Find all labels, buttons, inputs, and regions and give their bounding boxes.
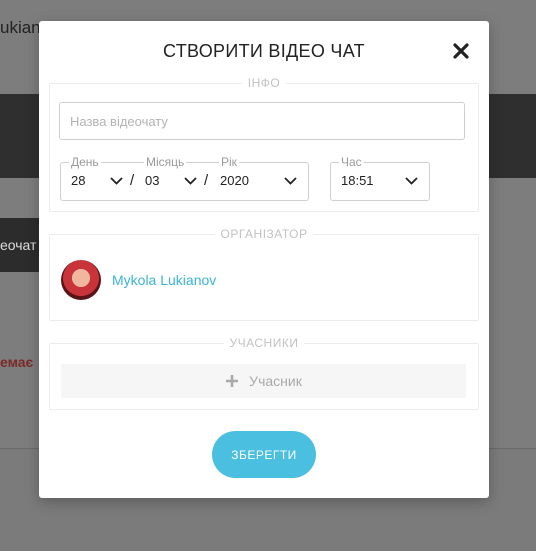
info-legend: ІНФО <box>247 76 281 90</box>
participants-legend: УЧАСНИКИ <box>229 336 299 350</box>
bg-header-text: ukian <box>0 18 41 37</box>
date-separator: / <box>204 172 209 189</box>
chat-name-input[interactable] <box>59 102 465 140</box>
day-label: День <box>69 155 101 169</box>
month-select[interactable]: 03 <box>145 173 197 188</box>
close-button[interactable] <box>451 41 471 61</box>
chevron-down-icon <box>184 176 197 185</box>
time-value: 18:51 <box>341 173 374 188</box>
chevron-down-icon <box>284 176 297 185</box>
plus-icon <box>226 375 239 387</box>
month-label: Місяць <box>144 155 187 169</box>
add-participant-button[interactable]: Учасник <box>61 364 466 398</box>
date-picker: День Місяць Рік 28 / 03 / 2020 <box>60 155 309 201</box>
create-video-chat-modal: СТВОРИТИ ВІДЕО ЧАТ ІНФО День Місяць Рік … <box>39 21 489 498</box>
save-button[interactable]: ЗБЕРЕГТИ <box>212 431 316 478</box>
year-select[interactable]: 2020 <box>220 173 297 188</box>
organizer-row: Mykola Lukianov <box>61 260 216 300</box>
chevron-down-icon <box>405 176 418 185</box>
bg-tab-text: еочат <box>0 237 37 253</box>
modal-title: СТВОРИТИ ВІДЕО ЧАТ <box>163 41 365 61</box>
time-select[interactable]: 18:51 <box>341 173 418 188</box>
date-separator: / <box>130 172 135 189</box>
year-value: 2020 <box>220 173 249 188</box>
avatar <box>61 260 101 300</box>
day-value: 28 <box>71 173 86 188</box>
chevron-down-icon <box>110 176 123 185</box>
year-label: Рік <box>219 155 239 169</box>
day-select[interactable]: 28 <box>71 173 123 188</box>
time-label: Час <box>339 155 364 169</box>
time-picker: Час 18:51 <box>330 155 430 201</box>
month-value: 03 <box>145 173 160 188</box>
close-icon <box>453 43 469 59</box>
organizer-legend: ОРГАНІЗАТОР <box>220 227 308 241</box>
bg-warning-text: емає <box>0 354 34 370</box>
add-participant-label: Учасник <box>249 373 302 389</box>
organizer-name-link[interactable]: Mykola Lukianov <box>112 272 216 288</box>
